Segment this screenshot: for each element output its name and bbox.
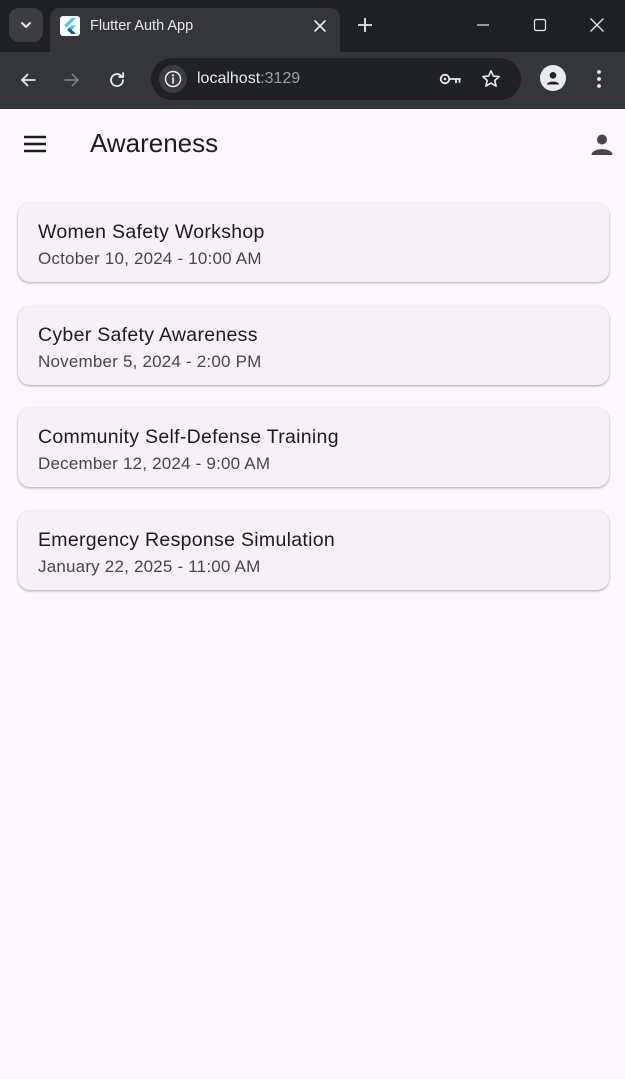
event-title: Emergency Response Simulation (38, 528, 336, 551)
address-bar[interactable]: localhost:3129 (151, 58, 521, 100)
browser-menu-button[interactable] (586, 64, 612, 94)
menu-icon (24, 135, 46, 153)
close-icon (314, 20, 326, 32)
back-button[interactable] (12, 64, 44, 96)
event-title: Cyber Safety Awareness (38, 323, 258, 346)
arrow-left-icon (21, 73, 36, 87)
event-title: Women Safety Workshop (38, 221, 265, 243)
star-icon (482, 70, 500, 87)
reload-icon (110, 72, 125, 87)
url-port: :3129 (260, 70, 301, 87)
minimize-icon (477, 24, 489, 26)
tab-title: Flutter Auth App (90, 18, 194, 34)
reload-button[interactable] (101, 64, 133, 96)
key-icon (439, 73, 461, 85)
drawer-menu-button[interactable] (15, 124, 55, 164)
profile-button[interactable] (540, 65, 566, 91)
event-date: October 10, 2024 - 10:00 AM (38, 249, 262, 268)
plus-icon (358, 18, 372, 32)
browser-tab[interactable]: Flutter Auth App (50, 8, 340, 52)
url-host: localhost (197, 70, 261, 87)
tab-close-button[interactable] (308, 14, 332, 38)
password-manager-button[interactable] (439, 67, 463, 91)
app-bar: Awareness (0, 109, 625, 179)
event-card[interactable]: Cyber Safety Awareness November 5, 2024 … (18, 305, 609, 385)
site-info-button[interactable] (159, 65, 187, 93)
page-title: Awareness (90, 128, 219, 158)
event-list: Women Safety Workshop October 10, 2024 -… (18, 203, 609, 613)
close-icon (590, 18, 604, 32)
event-card[interactable]: Women Safety Workshop October 10, 2024 -… (18, 203, 609, 282)
minimize-button[interactable] (468, 10, 498, 40)
forward-button[interactable] (56, 64, 88, 96)
event-date: January 22, 2025 - 11:00 AM (38, 556, 261, 576)
chevron-down-icon (21, 22, 31, 28)
close-window-button[interactable] (582, 10, 612, 40)
event-date: November 5, 2024 - 2:00 PM (38, 351, 262, 371)
person-icon (591, 134, 613, 155)
event-card[interactable]: Community Self-Defense Training December… (18, 408, 609, 487)
bookmark-button[interactable] (479, 67, 503, 91)
app-viewport: Awareness Women Safety Workshop October … (0, 109, 625, 1079)
browser-toolbar: localhost:3129 (0, 52, 625, 109)
url-text[interactable]: localhost:3129 (197, 69, 300, 89)
maximize-button[interactable] (525, 10, 555, 40)
browser-tabstrip: Flutter Auth App (0, 0, 625, 52)
info-icon (164, 70, 182, 88)
event-title: Community Self-Defense Training (38, 426, 339, 448)
new-tab-button[interactable] (352, 12, 378, 38)
person-icon (546, 72, 560, 85)
account-button[interactable] (582, 124, 622, 164)
event-card[interactable]: Emergency Response Simulation January 22… (18, 510, 609, 590)
maximize-icon (533, 18, 547, 32)
arrow-right-icon (64, 73, 79, 87)
flutter-logo-icon (60, 16, 80, 36)
event-date: December 12, 2024 - 9:00 AM (38, 454, 271, 473)
tab-search-button[interactable] (9, 8, 43, 42)
more-vert-icon (597, 70, 601, 88)
